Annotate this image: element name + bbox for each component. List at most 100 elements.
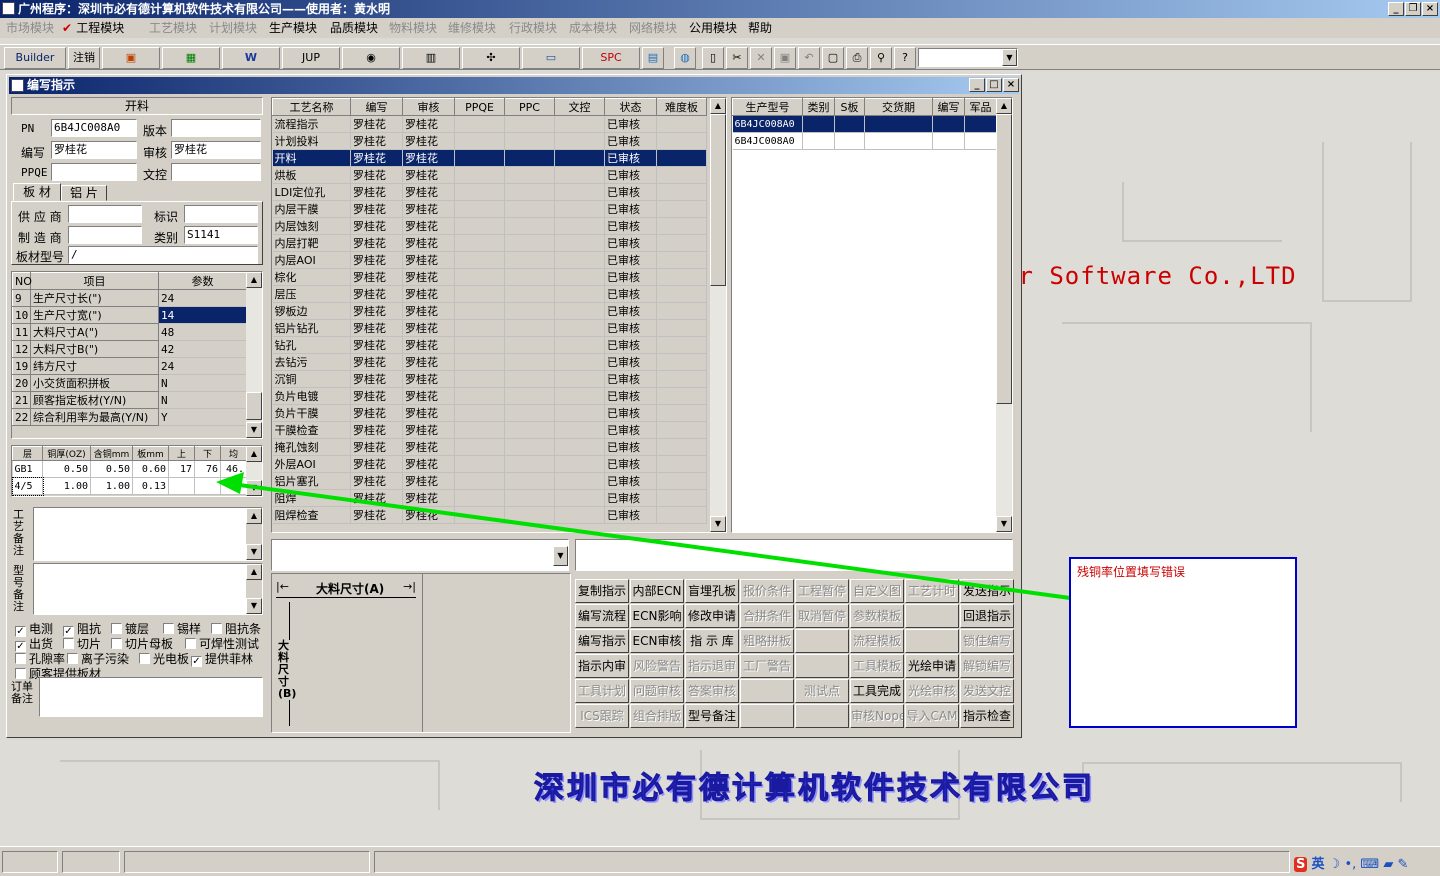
model-header[interactable]: 类别 — [802, 98, 835, 116]
action-button[interactable]: 指 示 库 — [685, 629, 739, 653]
action-button[interactable]: 盲埋孔板 — [685, 579, 739, 603]
model-cell[interactable] — [834, 115, 865, 133]
process-cell[interactable] — [454, 217, 505, 235]
preview-icon[interactable]: ▢ — [822, 47, 844, 69]
checkbox-option[interactable]: ✓ 阻抗 — [63, 623, 101, 637]
process-cell[interactable] — [504, 285, 555, 303]
scroll-down-icon[interactable]: ▼ — [246, 480, 262, 496]
checkbox-option[interactable]: 离子污染 — [67, 653, 129, 666]
scroll-down-icon[interactable]: ▼ — [246, 598, 262, 614]
process-cell[interactable]: 内层打靶 — [272, 234, 351, 252]
pn-field[interactable]: 6B4JC008A0 — [51, 119, 137, 137]
action-button[interactable]: 修改申请 — [685, 604, 739, 628]
process-cell[interactable] — [554, 353, 605, 371]
logout-button[interactable]: 注销 — [68, 47, 100, 69]
process-cell[interactable]: 罗桂花 — [402, 506, 455, 524]
action-button[interactable] — [740, 704, 794, 728]
param-value[interactable]: N — [158, 374, 247, 392]
process-cell[interactable]: 内层AOI — [272, 251, 351, 269]
checkbox-option[interactable]: 切片 — [63, 638, 101, 651]
process-cell[interactable]: 罗桂花 — [350, 353, 403, 371]
process-cell[interactable]: 罗桂花 — [402, 336, 455, 354]
process-cell[interactable] — [454, 149, 505, 167]
action-button[interactable]: 锁住编写 — [960, 629, 1014, 653]
menu-item-6[interactable]: 物料模块 — [389, 20, 437, 36]
action-button[interactable]: 导入CAM — [905, 704, 959, 728]
model-cell[interactable] — [964, 132, 997, 150]
order-remark-field[interactable] — [39, 677, 263, 717]
close-button[interactable]: × — [1422, 2, 1438, 16]
process-cell[interactable]: 罗桂花 — [402, 319, 455, 337]
model-cell[interactable] — [932, 132, 965, 150]
process-cell[interactable]: 负片电镀 — [272, 387, 351, 405]
chevron-down-icon[interactable]: ▼ — [553, 546, 568, 566]
process-cell[interactable] — [454, 353, 505, 371]
scroll-up-icon[interactable]: ▲ — [246, 564, 262, 580]
process-row[interactable]: 锣板边 罗桂花 罗桂花 已审核 — [272, 302, 707, 320]
process-cell[interactable]: 罗桂花 — [402, 183, 455, 201]
process-cell[interactable]: 层压 — [272, 285, 351, 303]
process-cell[interactable] — [554, 285, 605, 303]
process-cell[interactable]: 罗桂花 — [402, 251, 455, 269]
chevron-down-icon[interactable]: ▼ — [1002, 49, 1017, 66]
process-cell[interactable]: 罗桂花 — [350, 251, 403, 269]
model-cell[interactable] — [834, 132, 865, 150]
param-row[interactable]: 11 大料尺寸A(") 48 — [12, 323, 247, 341]
process-cell[interactable]: 已审核 — [604, 489, 657, 507]
action-button[interactable]: 取消暂停 — [795, 604, 849, 628]
process-cell[interactable]: 已审核 — [604, 234, 657, 252]
menu-item-5[interactable]: 品质模块 — [330, 20, 378, 36]
supplier-field[interactable] — [68, 205, 142, 223]
process-cell[interactable] — [656, 268, 707, 286]
checkbox-box[interactable]: ✓ — [63, 626, 74, 637]
param-row[interactable]: 20 小交货面积拼板 N — [12, 374, 247, 392]
action-button[interactable]: 复制指示 — [575, 579, 629, 603]
process-cell[interactable] — [656, 387, 707, 405]
menu-item-4[interactable]: 生产模块 — [269, 20, 317, 36]
process-header[interactable]: PPQE — [454, 98, 505, 116]
process-cell[interactable]: 罗桂花 — [350, 200, 403, 218]
menu-item-2[interactable]: 工艺模块 — [149, 20, 197, 36]
action-button[interactable]: 指示内审 — [575, 654, 629, 678]
process-cell[interactable] — [504, 506, 555, 524]
layer-cell[interactable]: 17 — [168, 460, 195, 478]
excel-icon[interactable]: ▦ — [162, 47, 220, 69]
scroll-down-icon[interactable]: ▼ — [996, 516, 1012, 532]
scroll-thumb[interactable] — [996, 114, 1012, 404]
process-cell[interactable] — [504, 438, 555, 456]
param-value[interactable]: 48 — [158, 323, 247, 341]
process-cell[interactable]: 已审核 — [604, 132, 657, 150]
action-button[interactable]: 光绘申请 — [905, 654, 959, 678]
process-cell[interactable]: 罗桂花 — [350, 370, 403, 388]
process-cell[interactable]: 罗桂花 — [402, 302, 455, 320]
model-cell[interactable] — [864, 115, 933, 133]
model-header[interactable]: 军品 — [964, 98, 997, 116]
model-header[interactable]: S板 — [834, 98, 865, 116]
process-cell[interactable] — [554, 336, 605, 354]
process-cell[interactable]: 罗桂花 — [350, 489, 403, 507]
process-cell[interactable]: 已审核 — [604, 353, 657, 371]
wrench-icon[interactable]: ✎ — [1397, 857, 1408, 872]
cut-icon[interactable]: ✂ — [726, 47, 748, 69]
action-button[interactable]: 编写流程 — [575, 604, 629, 628]
model-row[interactable]: 6B4JC008A0 — [732, 132, 997, 150]
checkbox-box[interactable]: ✓ — [191, 656, 202, 667]
layer-cell[interactable]: 4/5 — [12, 476, 44, 496]
process-cell[interactable]: 罗桂花 — [402, 132, 455, 150]
model-cell[interactable]: 6B4JC008A0 — [732, 132, 803, 150]
process-cell[interactable] — [504, 132, 555, 150]
process-cell[interactable]: 内层蚀刻 — [272, 217, 351, 235]
action-button[interactable]: 型号备注 — [685, 704, 739, 728]
action-button[interactable]: 工具计划 — [575, 679, 629, 703]
eye-icon[interactable]: ◉ — [342, 47, 400, 69]
remark-scrollbar[interactable]: ▲ ▼ — [246, 508, 262, 560]
window-close-button[interactable]: × — [1003, 78, 1019, 92]
action-button[interactable] — [740, 679, 794, 703]
process-row[interactable]: 内层打靶 罗桂花 罗桂花 已审核 — [272, 234, 707, 252]
process-cell[interactable]: 罗桂花 — [350, 336, 403, 354]
process-cell[interactable] — [504, 404, 555, 422]
checkbox-box[interactable] — [67, 653, 78, 664]
process-cell[interactable]: 干膜检查 — [272, 421, 351, 439]
process-cell[interactable] — [454, 404, 505, 422]
process-cell[interactable]: LDI定位孔 — [272, 183, 351, 201]
